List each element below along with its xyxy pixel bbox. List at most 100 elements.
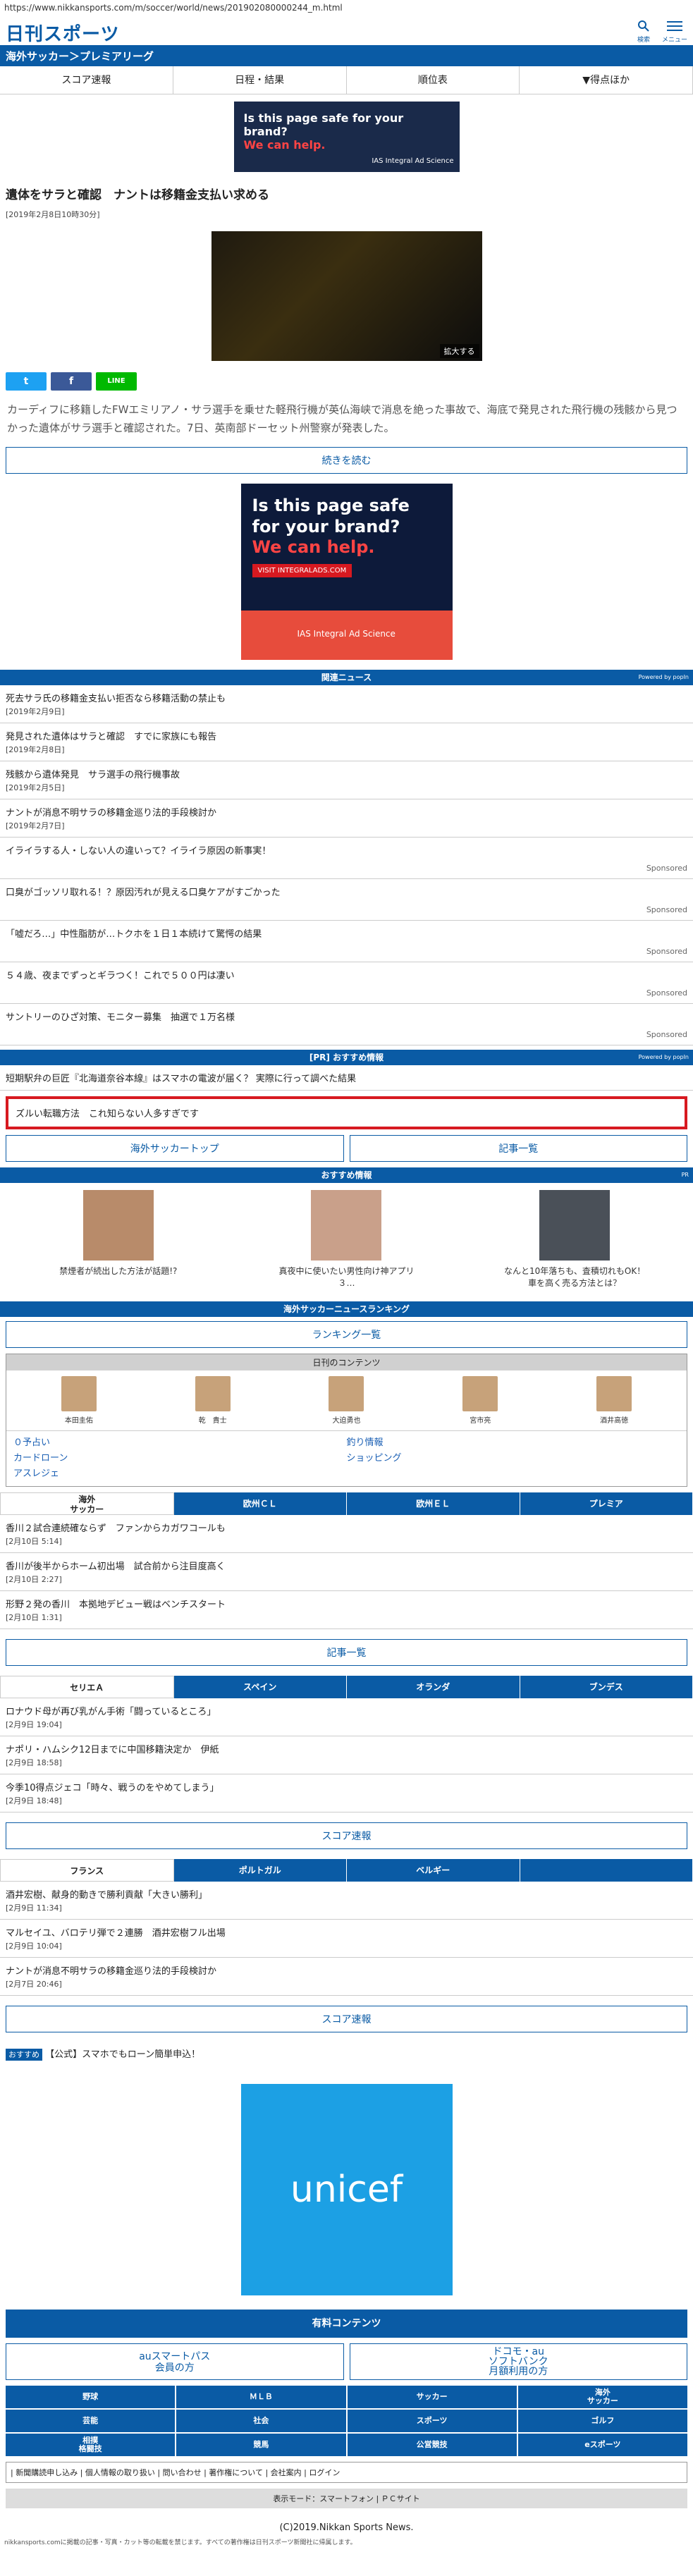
nav-item[interactable]: eスポーツ — [517, 2434, 687, 2456]
nav-item[interactable]: ＭＬＢ — [176, 2386, 346, 2408]
zoom-button[interactable]: 拡大する — [439, 344, 479, 358]
display-mode[interactable]: 表示モード：スマートフォン | ＰＣサイト — [6, 2489, 687, 2508]
person-item[interactable]: 酒井高徳 — [579, 1376, 649, 1425]
menu-button[interactable]: メニュー — [661, 20, 689, 44]
news-date: [2月9日 11:34] — [6, 1903, 62, 1913]
breadcrumb[interactable]: 海外サッカー＞プレミアリーグ — [0, 45, 693, 66]
nav-item[interactable]: ゴルフ — [517, 2410, 687, 2432]
tab-spain[interactable]: スペイン — [173, 1676, 347, 1698]
league-tabs-2: セリエＡ スペイン オランダ ブンデス — [0, 1676, 693, 1698]
news-item[interactable]: 香川が後半からホーム初出場 試合前から注目度高く [2月10日 2:27] — [0, 1553, 693, 1591]
person-item[interactable]: 本田圭佑 — [44, 1376, 114, 1425]
news-title: ロナウド母が再び乳がん手術「闘っているところ」 — [6, 1707, 216, 1717]
nav-item[interactable]: 競馬 — [176, 2434, 346, 2456]
tab-score[interactable]: スコア速報 — [0, 66, 173, 94]
link-4[interactable]: 釣り情報 — [347, 1437, 384, 1448]
nav-item[interactable]: 社会 — [176, 2410, 346, 2432]
news-item[interactable]: 香川２試合連続確ならず ファンからカガワコールも [2月10日 5:14] — [0, 1515, 693, 1553]
tab-premier[interactable]: プレミア — [520, 1492, 693, 1515]
related-title: 残骸から遺体発見 サラ選手の飛行機事故 — [6, 770, 180, 780]
person-photo — [61, 1376, 97, 1411]
related-list: 死去サラ氏の移籍金支払い拒否なら移籍活動の禁止も [2019年2月9日] 発見された… — [0, 685, 693, 1045]
line-share-button[interactable]: LINE — [96, 372, 137, 391]
recommend-item[interactable]: なんと10年落ちも、査積切れもOK！車を高く売る方法とは？ — [501, 1190, 649, 1289]
news-item[interactable]: マルセイユ、バロテリ弾で２連勝 酒井宏樹フル出場 [2月9日 10:04] — [0, 1920, 693, 1958]
news-item[interactable]: 酒井宏樹、献身的動きで勝利貢献「大きい勝利」 [2月9日 11:34] — [0, 1882, 693, 1920]
news-title: ナントが消息不明サラの移籍金巡り法的手段検討か — [6, 1966, 217, 1977]
news-date: [2月10日 5:14] — [6, 1537, 62, 1546]
person-item[interactable]: 宮市亮 — [445, 1376, 515, 1425]
news-item[interactable]: ロナウド母が再び乳がん手術「闘っているところ」 [2月9日 19:04] — [0, 1698, 693, 1736]
tab-el[interactable]: 欧州ＥＬ — [347, 1492, 520, 1515]
sponsored-item[interactable]: 口臭がゴッソリ取れる！？原因汚れが見える口臭ケアがすごかった Sponsored — [0, 879, 693, 921]
soccer-top-button[interactable]: 海外サッカートップ — [6, 1135, 344, 1162]
tab-bundes[interactable]: ブンデス — [520, 1676, 693, 1698]
osusume-heading: おすすめ情報 PR — [0, 1167, 693, 1183]
nav-item[interactable]: 野球 — [6, 2386, 176, 2408]
link-1[interactable]: ０予占い — [13, 1437, 50, 1448]
tab-standings[interactable]: 順位表 — [347, 66, 520, 94]
nav-item[interactable]: スポーツ — [347, 2410, 517, 2432]
sponsored-item[interactable]: サントリーのひざ対策、モニター募集 抽選で１万名様 Sponsored — [0, 1004, 693, 1045]
ad-banner-top[interactable]: Is this page safe for your brand? We can… — [233, 102, 460, 172]
tab-france[interactable]: フランス — [0, 1859, 174, 1882]
link-2[interactable]: カードローン — [13, 1453, 68, 1464]
nav-item[interactable]: 公営競技 — [347, 2434, 517, 2456]
nav-item[interactable]: 海外 サッカー — [517, 2386, 687, 2408]
person-item[interactable]: 乾 貴士 — [178, 1376, 248, 1425]
news-item[interactable]: ナポリ・ハムシク12日までに中国移籍決定か 伊紙 [2月9日 18:58] — [0, 1736, 693, 1774]
related-item[interactable]: 発見された遺体はサラと確認 すでに家族にも報告 [2019年2月8日] — [0, 723, 693, 761]
article-photo[interactable]: 拡大する — [211, 231, 482, 361]
recommend-item[interactable]: 真夜中に使いたい男性向け神アプリ３… — [272, 1190, 420, 1289]
tab-seriea[interactable]: セリエＡ — [0, 1676, 174, 1698]
ad-banner-mid[interactable]: Is this page safe for your brand? We can… — [240, 484, 453, 660]
related-item[interactable]: 死去サラ氏の移籍金支払い拒否なら移籍活動の禁止も [2019年2月9日] — [0, 685, 693, 723]
ranking-button[interactable]: ランキング一覧 — [6, 1321, 687, 1348]
tab-schedule[interactable]: 日程・結果 — [173, 66, 347, 94]
person-item[interactable]: 大迫勇也 — [311, 1376, 381, 1425]
site-logo[interactable]: 日刊スポーツ — [6, 20, 119, 46]
link-3[interactable]: アスレジェ — [13, 1468, 59, 1479]
pr-item[interactable]: 短期駅弁の巨匠『北海道奈谷本線』はスマホの電波が届く？ 実際に行って調べた結果 — [0, 1065, 693, 1091]
carrier-button[interactable]: ドコモ・au ソフトバンク 月額利用の方 — [349, 2343, 687, 2380]
sponsored-item[interactable]: 「嘘だろ…」中性脂肪が…トクホを１日１本続けて驚愕の結果 Sponsored — [0, 921, 693, 962]
score-button-2[interactable]: スコア速報 — [6, 2006, 687, 2032]
recommend-item[interactable]: 禁煙者が続出した方法が話題!? — [44, 1190, 192, 1289]
sponsored-item[interactable]: イライラする人・しない人の違いって？イライラ原因の新事実！ Sponsored — [0, 838, 693, 879]
nav-item[interactable]: 相撲 格闘技 — [6, 2434, 176, 2456]
pr-box[interactable]: ズルい転職方法 これ知らない人多すぎです — [6, 1096, 687, 1129]
search-button[interactable]: 検索 — [630, 20, 658, 44]
tab-cl[interactable]: 欧州ＣＬ — [173, 1492, 347, 1515]
news-date: [2月10日 1:31] — [6, 1613, 62, 1622]
score-button[interactable]: スコア速報 — [6, 1822, 687, 1849]
nav-item[interactable]: 芸能 — [6, 2410, 176, 2432]
article-list-button[interactable]: 記事一覧 — [349, 1135, 687, 1162]
tab-portugal[interactable]: ポルトガル — [173, 1859, 347, 1882]
twitter-share-button[interactable]: t — [6, 372, 47, 391]
promo-tag: おすすめ — [6, 2049, 42, 2061]
tab-overseas[interactable]: 海外 サッカー — [0, 1492, 174, 1515]
article-list-button-2[interactable]: 記事一覧 — [6, 1639, 687, 1666]
news-item[interactable]: 形野２発の香川 本拠地デビュー戦はベンチスタート [2月10日 1:31] — [0, 1591, 693, 1629]
nav-item[interactable]: サッカー — [347, 2386, 517, 2408]
promo-line[interactable]: おすすめ 【公式】スマホでもローン簡単申込！ — [0, 2037, 693, 2070]
related-item[interactable]: 残骸から遺体発見 サラ選手の飛行機事故 [2019年2月5日] — [0, 761, 693, 799]
tab-more[interactable]: ▼得点ほか — [520, 66, 693, 94]
ranking-heading: 海外サッカーニュースランキング — [0, 1301, 693, 1317]
read-more-button[interactable]: 続きを読む — [6, 447, 687, 474]
unicef-banner[interactable]: unicef — [240, 2084, 453, 2295]
ad2-visit: VISIT INTEGRALADS.COM — [252, 564, 352, 577]
link-5[interactable]: ショッピング — [347, 1453, 402, 1464]
tab-netherlands[interactable]: オランダ — [347, 1676, 520, 1698]
footer-links[interactable]: | 新聞購読申し込み | 個人情報の取り扱い | 問い合わせ | 著作権について… — [6, 2462, 687, 2483]
facebook-share-button[interactable]: f — [51, 372, 92, 391]
news-item[interactable]: 今季10得点ジェコ「時々、戦うのをやめてしまう」 [2月9日 18:48] — [0, 1774, 693, 1813]
league-tabs-3: フランス ポルトガル ベルギー — [0, 1859, 693, 1882]
related-item[interactable]: ナントが消息不明サラの移籍金巡り法的手段検討か [2019年2月7日] — [0, 799, 693, 838]
url-bar[interactable]: https://www.nikkansports.com/m/soccer/wo… — [0, 0, 693, 16]
paid-heading: 有料コンテンツ — [6, 2310, 687, 2338]
tab-belgium[interactable]: ベルギー — [347, 1859, 520, 1882]
sponsored-item[interactable]: ５４歳、夜までずっとギラつく！これで５００円は凄い Sponsored — [0, 962, 693, 1004]
news-item[interactable]: ナントが消息不明サラの移籍金巡り法的手段検討か [2月7日 20:46] — [0, 1958, 693, 1996]
au-pass-button[interactable]: auスマートパス 会員の方 — [6, 2343, 344, 2380]
